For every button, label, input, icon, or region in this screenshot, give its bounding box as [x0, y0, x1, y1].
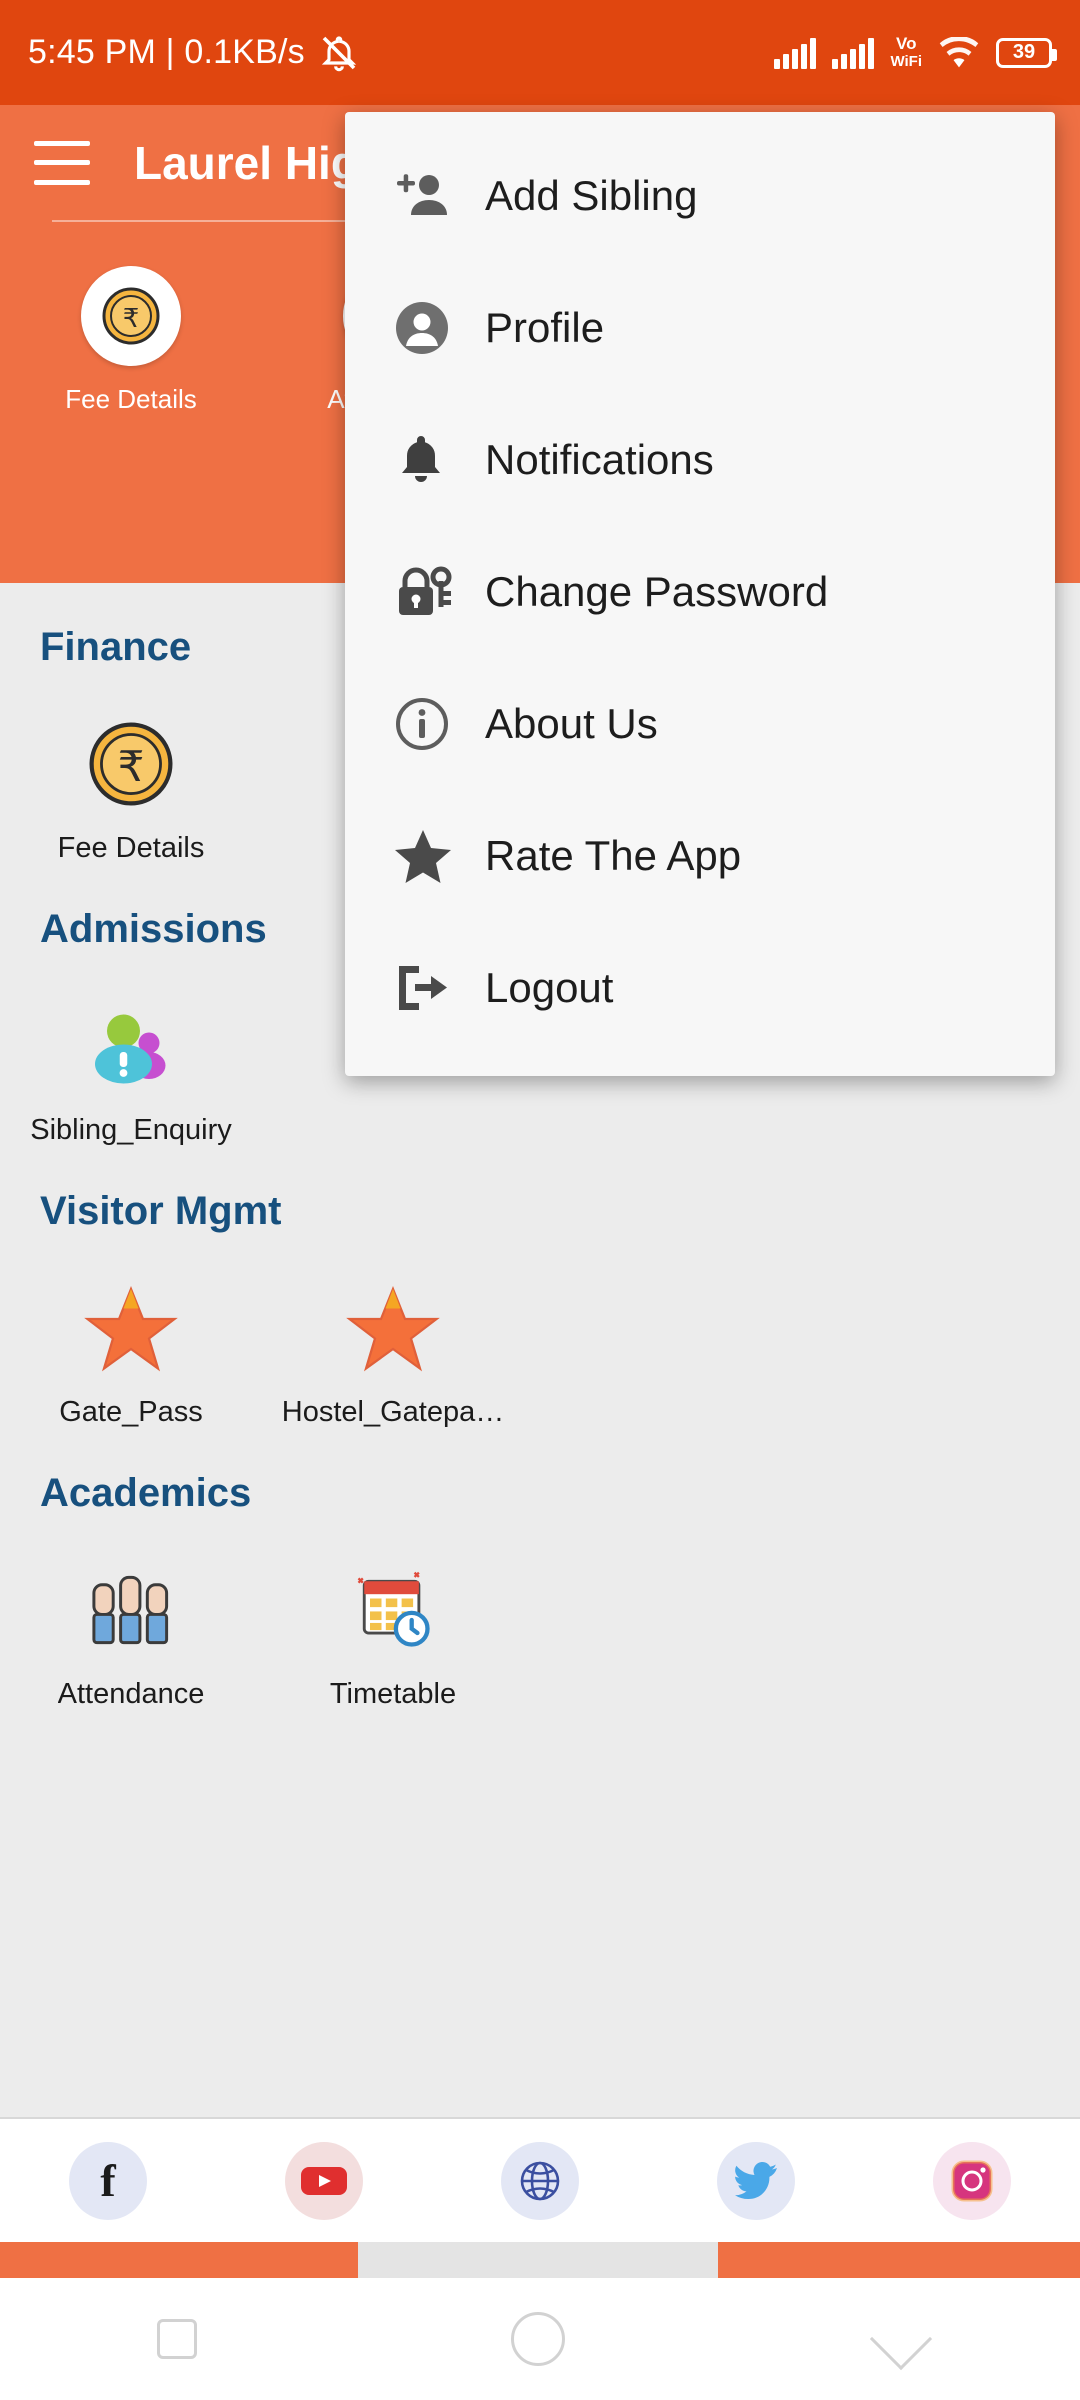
menu-item-notifications[interactable]: Notifications [345, 394, 1055, 526]
lock-key-icon [393, 561, 479, 623]
bell-icon [393, 431, 479, 489]
menu-item-add-sibling[interactable]: Add Sibling [345, 130, 1055, 262]
menu-item-label: Change Password [485, 568, 829, 615]
tile-timetable[interactable]: Timetable [262, 1558, 524, 1711]
menu-item-profile[interactable]: Profile [345, 262, 1055, 394]
menu-item-label: Rate The App [485, 832, 742, 879]
svg-text:₹: ₹ [123, 304, 140, 334]
section-heading-academics: Academics [40, 1471, 252, 1515]
rupee-coin-icon: ₹ [81, 266, 181, 366]
star-icon [393, 827, 479, 885]
menu-item-label: About Us [485, 700, 658, 747]
wifi-icon [938, 36, 980, 69]
tile-gate-pass[interactable]: Gate_Pass [0, 1276, 262, 1429]
tile-row-visitor-mgmt: Gate_Pass Hostel_Gatepa… [0, 1234, 1080, 1429]
tile-label: Timetable [329, 1678, 457, 1710]
system-navigation-bar [0, 2278, 1080, 2400]
tile-hostel-gatepass[interactable]: Hostel_Gatepa… [262, 1276, 524, 1429]
status-bar-left: 5:45 PM | 0.1KB/s [28, 33, 359, 73]
strip-left [0, 2242, 358, 2278]
twitter-icon[interactable] [717, 2141, 795, 2220]
status-bar: 5:45 PM | 0.1KB/s Vo WiFi 39 [0, 0, 1080, 105]
add-person-icon [393, 165, 479, 227]
signal-bars-icon [774, 37, 817, 69]
instagram-icon[interactable] [933, 2141, 1011, 2220]
tile-row-academics: Attendance Timetable [0, 1516, 1080, 1711]
signal-bars-icon [832, 37, 875, 69]
menu-item-change-password[interactable]: Change Password [345, 526, 1055, 658]
strip-middle [358, 2242, 718, 2278]
tile-sibling-enquiry[interactable]: Sibling_Enquiry [0, 994, 262, 1147]
battery-indicator: 39 [996, 37, 1057, 68]
menu-item-label: Notifications [485, 436, 714, 483]
app-screen: 5:45 PM | 0.1KB/s Vo WiFi 39 Laurel High… [0, 0, 1080, 2400]
attendance-hands-icon [79, 1558, 183, 1662]
menu-item-logout[interactable]: Logout [345, 922, 1055, 1054]
menu-item-label: Profile [485, 304, 605, 351]
timetable-calendar-icon [341, 1558, 445, 1662]
rupee-coin-icon: ₹ [79, 712, 183, 816]
section-heading-visitor-mgmt: Visitor Mgmt [40, 1189, 282, 1233]
volte-wifi-icon: Vo WiFi [890, 33, 922, 70]
tile-label: Hostel_Gatepa… [281, 1396, 505, 1428]
overflow-menu: Add Sibling Profile Notifications Change… [345, 112, 1055, 1076]
website-globe-icon[interactable] [501, 2141, 579, 2220]
svg-text:₹: ₹ [118, 742, 145, 791]
home-icon[interactable] [511, 2312, 565, 2366]
menu-item-rate-the-app[interactable]: Rate The App [345, 790, 1055, 922]
menu-item-label: Add Sibling [485, 172, 698, 219]
person-circle-icon [393, 299, 479, 357]
recents-icon[interactable] [157, 2319, 197, 2359]
info-circle-icon [393, 695, 479, 753]
status-bar-right: Vo WiFi 39 [774, 33, 1057, 71]
status-clock: 5:45 PM | 0.1KB/s [28, 33, 305, 71]
quick-action-fee-details[interactable]: ₹ Fee Details [0, 266, 262, 415]
hamburger-icon[interactable] [34, 140, 90, 185]
tile-fee-details[interactable]: ₹ Fee Details [0, 712, 262, 865]
star-orange-icon [79, 1276, 183, 1380]
tile-label: Fee Details [57, 832, 205, 864]
logout-icon [393, 960, 479, 1016]
bottom-color-strip [0, 2242, 1080, 2278]
quick-action-label: Fee Details [65, 384, 197, 414]
tile-attendance[interactable]: Attendance [0, 1558, 262, 1711]
tile-label: Attendance [57, 1678, 205, 1710]
menu-item-label: Logout [485, 964, 614, 1011]
youtube-icon[interactable] [285, 2141, 363, 2220]
back-icon[interactable] [869, 2307, 933, 2371]
sibling-enquiry-icon [79, 994, 183, 1098]
tile-label: Gate_Pass [59, 1396, 203, 1428]
strip-right [718, 2242, 1080, 2278]
social-links-bar: f [0, 2117, 1080, 2242]
bell-muted-icon [319, 33, 359, 73]
star-orange-icon [341, 1276, 445, 1380]
menu-item-about-us[interactable]: About Us [345, 658, 1055, 790]
facebook-icon[interactable]: f [69, 2141, 147, 2220]
tile-label: Sibling_Enquiry [30, 1114, 232, 1146]
